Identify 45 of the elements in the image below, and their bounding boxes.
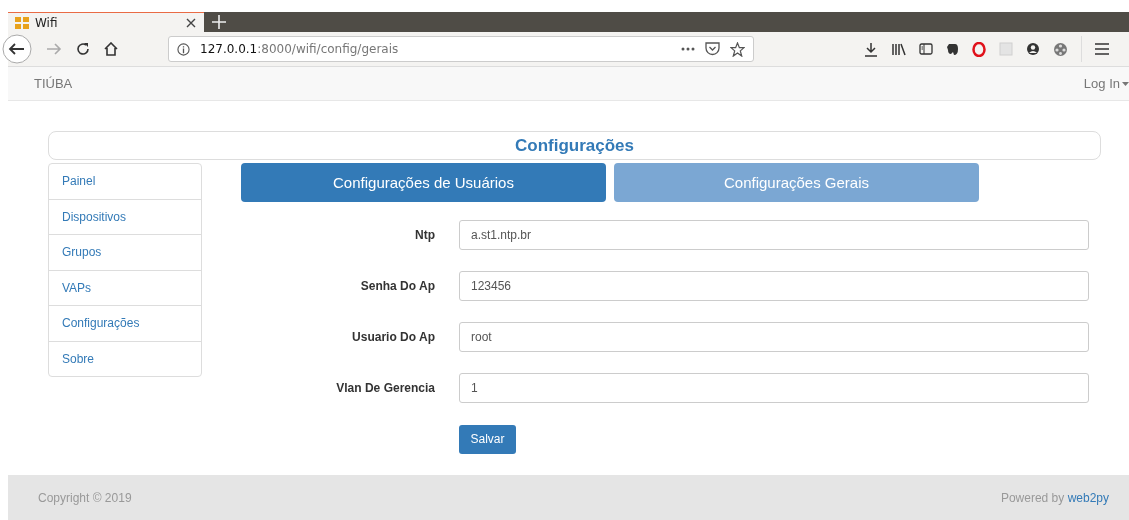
more-icon[interactable]: [681, 47, 695, 52]
pocket-icon[interactable]: [705, 42, 720, 57]
input-field[interactable]: root: [459, 322, 1089, 352]
sidebar-icon[interactable]: [919, 43, 933, 56]
field-label: Ntp: [414, 228, 435, 242]
field-label: Senha Do Ap: [359, 279, 435, 293]
field-label: Vlan De Gerencia: [335, 381, 435, 395]
login-dropdown[interactable]: Log In: [1083, 76, 1129, 92]
input-field[interactable]: 123456: [459, 271, 1089, 301]
star-icon[interactable]: [730, 41, 745, 57]
input-field[interactable]: 1: [459, 373, 1089, 403]
reload-icon[interactable]: [76, 42, 90, 57]
close-icon[interactable]: [186, 17, 196, 28]
info-icon[interactable]: [177, 42, 190, 56]
film-reel-icon[interactable]: [1053, 41, 1068, 57]
tab[interactable]: Configurações Gerais: [614, 163, 979, 202]
panel-title: Configurações: [515, 135, 634, 156]
sidebar-item[interactable]: Grupos: [49, 235, 201, 271]
library-icon[interactable]: [891, 42, 906, 56]
new-tab-icon[interactable]: [212, 15, 226, 29]
opera-icon[interactable]: [972, 41, 986, 57]
home-icon[interactable]: [104, 42, 118, 57]
browser-tab[interactable]: Wifi: [8, 12, 204, 32]
sidebar-item[interactable]: Sobre: [49, 341, 201, 377]
input-field[interactable]: a.st1.ntp.br: [459, 220, 1089, 250]
address-bar[interactable]: 127.0.0.1:8000/wifi/config/gerais: [168, 36, 754, 63]
sidebar-item[interactable]: Configurações: [49, 306, 201, 342]
brand-link[interactable]: TIÚBA: [34, 76, 73, 92]
web2py-link[interactable]: web2py: [1067, 490, 1109, 505]
download-icon[interactable]: [864, 41, 878, 57]
back-icon[interactable]: [2, 34, 32, 65]
url-text: 127.0.0.1:8000/wifi/config/gerais: [200, 42, 399, 57]
save-button[interactable]: Salvar: [459, 424, 516, 454]
menu-icon[interactable]: [1095, 43, 1109, 56]
tab[interactable]: Configurações de Usuários: [241, 163, 606, 202]
account-icon[interactable]: [1026, 42, 1040, 57]
sidebar-item[interactable]: VAPs: [49, 270, 201, 306]
app-logo-icon: [14, 15, 30, 30]
field-label: Usuario Do Ap: [351, 330, 435, 344]
caret-icon: [1122, 81, 1129, 86]
sidebar-item[interactable]: Painel: [49, 164, 201, 200]
tab-title: Wifi: [35, 15, 59, 30]
copyright-text: Copyright © 2019: [38, 490, 132, 505]
sidebar-item[interactable]: Dispositivos: [49, 199, 201, 235]
powered-by-text: Powered by: [1000, 490, 1065, 505]
